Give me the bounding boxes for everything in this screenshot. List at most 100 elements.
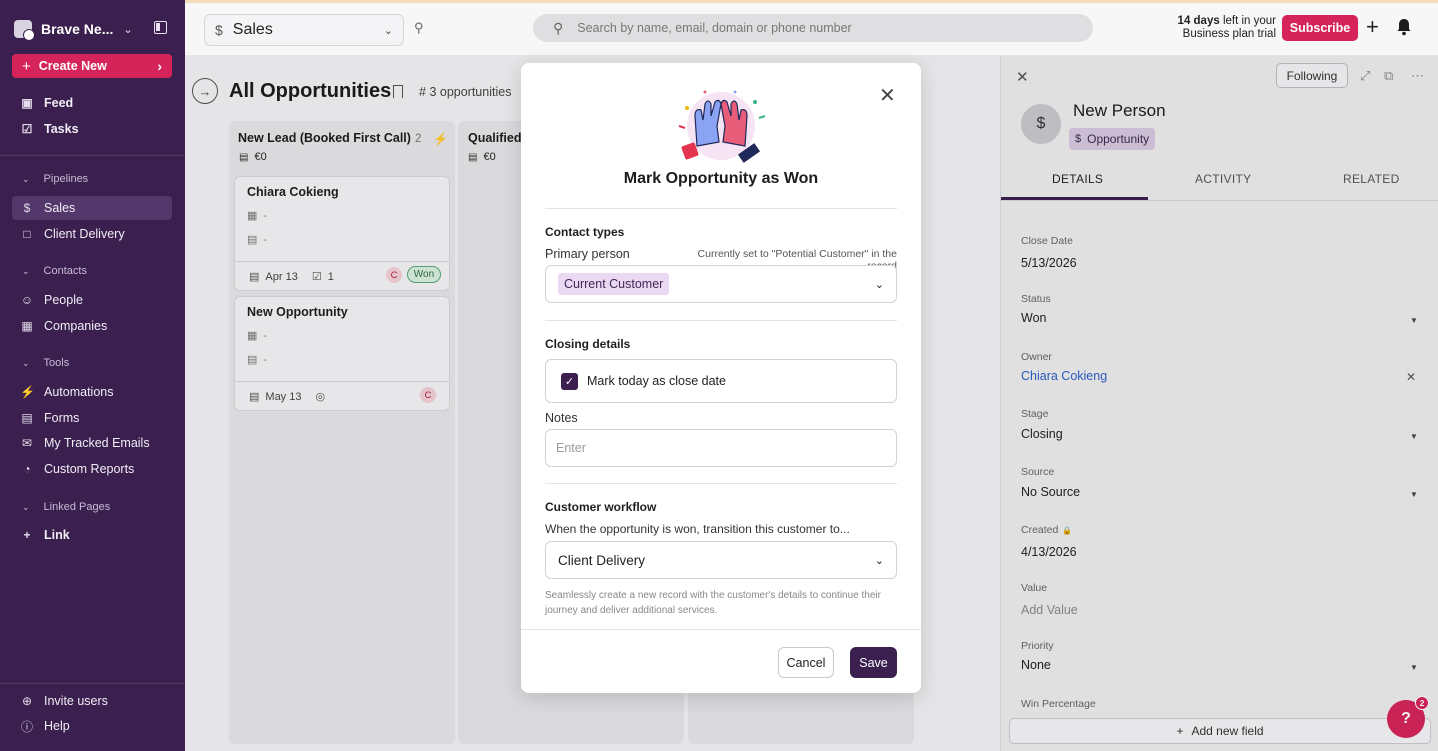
field-label: Win Percentage: [1021, 698, 1096, 710]
card-company-value: -: [263, 209, 268, 222]
search-bar[interactable]: ⚲: [533, 14, 1093, 42]
expand-icon[interactable]: ⤢: [1360, 68, 1370, 84]
field-label: Status: [1021, 293, 1051, 305]
field-close-date[interactable]: 5/13/2026: [1021, 256, 1077, 270]
sidebar-item-forms[interactable]: ▤ Forms: [12, 406, 172, 430]
dollar-icon: $: [23, 201, 31, 215]
briefcase-icon: □: [23, 227, 31, 241]
subscribe-button[interactable]: Subscribe: [1282, 15, 1358, 41]
sidebar-item-feed[interactable]: ▣ Feed: [12, 91, 172, 115]
column-title-label: Qualified (: [468, 131, 530, 145]
building-icon: ▦: [21, 319, 33, 333]
chevron-down-icon: ⌄: [22, 173, 30, 184]
divider: [0, 155, 185, 156]
sidebar-item-tracked-emails[interactable]: ✉ My Tracked Emails: [12, 431, 172, 455]
chart-icon: ◔: [23, 462, 31, 476]
field-priority[interactable]: None: [1021, 658, 1051, 672]
notes-input[interactable]: [545, 429, 897, 467]
column-amount-value: €0: [483, 151, 496, 163]
divider: [545, 208, 897, 209]
sidebar-item-invite-users[interactable]: ⊕ Invite users: [12, 689, 172, 713]
pipeline-select[interactable]: $ Sales ⌄: [204, 14, 404, 46]
workspace-logo: [14, 20, 35, 41]
sidebar-collapse-icon[interactable]: [154, 21, 167, 34]
field-value[interactable]: Add Value: [1021, 603, 1078, 617]
save-button[interactable]: Save: [850, 647, 897, 678]
sidebar-item-companies[interactable]: ▦ Companies: [12, 314, 172, 338]
money-icon: ▤: [468, 151, 478, 163]
section-tools[interactable]: ⌄ Tools: [22, 357, 69, 369]
calendar-icon: ▤: [249, 391, 260, 403]
close-icon[interactable]: ✕: [879, 86, 896, 106]
section-linked-pages[interactable]: ⌄ Linked Pages: [22, 501, 110, 513]
bookmark-icon[interactable]: [393, 85, 403, 98]
sidebar-item-label: Custom Reports: [44, 462, 135, 476]
sidebar-item-label: Help: [44, 719, 70, 733]
section-contacts[interactable]: ⌄ Contacts: [22, 265, 87, 277]
add-icon[interactable]: +: [1366, 15, 1379, 39]
card-value-value: -: [263, 233, 268, 246]
caret-down-icon[interactable]: ▼: [1410, 663, 1418, 672]
section-pipelines[interactable]: ⌄ Pipelines: [22, 173, 88, 185]
opportunity-card[interactable]: Chiara Cokieng ▦ - ▤ - ▤ Apr 13 ☑ 1 C Won: [234, 176, 450, 291]
sidebar-item-automations[interactable]: ⚡ Automations: [12, 380, 172, 404]
sidebar-item-custom-reports[interactable]: ◔ Custom Reports: [12, 457, 172, 481]
add-field-label: Add new field: [1191, 724, 1264, 738]
sidebar-item-label: Automations: [44, 385, 114, 399]
search-input[interactable]: [577, 21, 1058, 35]
field-stage[interactable]: Closing: [1021, 427, 1063, 441]
bell-icon[interactable]: [1396, 18, 1412, 36]
field-source[interactable]: No Source: [1021, 485, 1080, 499]
clear-icon[interactable]: ✕: [1406, 370, 1416, 384]
primary-person-select[interactable]: Current Customer ⌄: [545, 265, 897, 303]
workflow-select[interactable]: Client Delivery ⌄: [545, 541, 897, 579]
card-value: ▤ -: [247, 233, 268, 247]
arrow-right-icon[interactable]: →: [192, 78, 218, 104]
close-icon[interactable]: ✕: [1016, 68, 1029, 86]
sidebar-item-link[interactable]: + Link: [12, 523, 172, 547]
card-date: Apr 13: [265, 270, 298, 283]
caret-down-icon[interactable]: ▼: [1410, 490, 1418, 499]
caret-down-icon[interactable]: ▼: [1410, 432, 1418, 441]
tab-details[interactable]: DETAILS: [1052, 172, 1103, 186]
more-icon[interactable]: ⋯: [1411, 68, 1424, 84]
sidebar-item-help[interactable]: ⓘ Help: [12, 714, 172, 738]
trial-days: 14 days: [1177, 15, 1220, 27]
cancel-button[interactable]: Cancel: [778, 647, 834, 678]
sidebar-item-label: Forms: [44, 411, 80, 425]
column-amount-value: €0: [254, 151, 267, 163]
section-label: Contacts: [43, 265, 87, 277]
field-status[interactable]: Won: [1021, 311, 1046, 325]
field-label: Value: [1021, 582, 1048, 594]
sidebar-item-sales[interactable]: $ Sales: [12, 196, 172, 220]
notes-label: Notes: [545, 411, 578, 425]
workflow-question: When the opportunity is won, transition …: [545, 522, 850, 536]
chevron-down-icon: ⌄: [22, 501, 30, 512]
field-label: Close Date: [1021, 235, 1073, 247]
tab-related[interactable]: RELATED: [1343, 172, 1400, 186]
plus-icon: +: [1176, 724, 1184, 738]
sidebar-item-tasks[interactable]: ☑ Tasks: [12, 117, 172, 141]
plus-icon: +: [23, 528, 31, 542]
task-icon: ☑: [311, 271, 322, 283]
pin-icon[interactable]: ⚲: [414, 20, 424, 36]
pipeline-select-value: Sales: [232, 21, 273, 38]
help-chat-button[interactable]: ? 2: [1387, 696, 1429, 738]
building-icon: ▦: [247, 210, 258, 222]
caret-down-icon[interactable]: ▼: [1410, 316, 1418, 325]
sidebar-item-people[interactable]: ☺ People: [12, 288, 172, 312]
field-owner[interactable]: Chiara Cokieng: [1021, 369, 1107, 383]
mark-today-checkbox[interactable]: ✓: [561, 372, 578, 390]
opportunity-count: # 3 opportunities: [419, 85, 512, 99]
sidebar-item-client-delivery[interactable]: □ Client Delivery: [12, 222, 172, 246]
divider: [521, 629, 921, 630]
opportunity-card[interactable]: New Opportunity ▦ - ▤ - ▤ May 13 ◎ C: [234, 296, 450, 411]
add-field-button[interactable]: + Add new field: [1009, 718, 1431, 744]
bolt-icon[interactable]: ⚡: [433, 132, 448, 146]
workspace-switcher[interactable]: Brave Ne... ⌄: [14, 18, 174, 41]
tab-activity[interactable]: ACTIVITY: [1195, 172, 1251, 186]
copy-icon[interactable]: ⧉: [1384, 68, 1393, 84]
create-new-button[interactable]: + Create New ›: [12, 54, 172, 78]
following-button[interactable]: Following: [1276, 63, 1348, 88]
mark-today-option[interactable]: ✓ Mark today as close date: [545, 359, 897, 403]
